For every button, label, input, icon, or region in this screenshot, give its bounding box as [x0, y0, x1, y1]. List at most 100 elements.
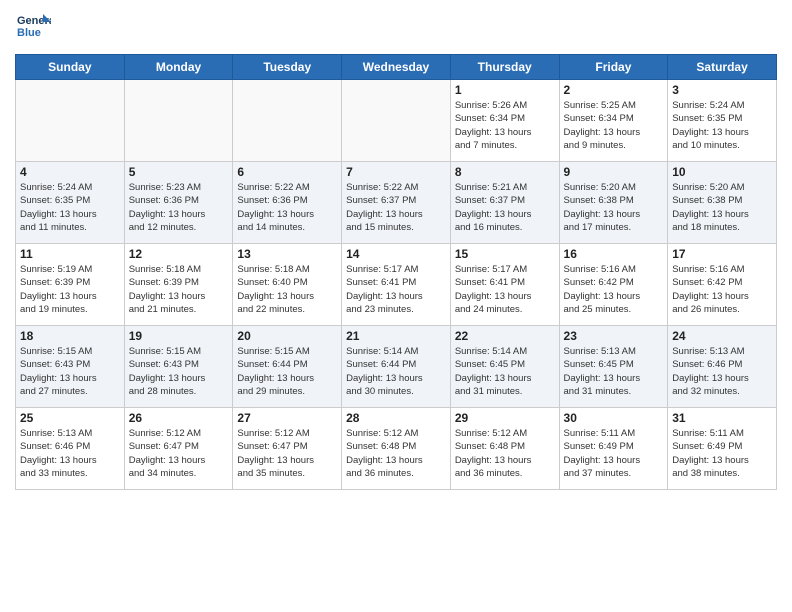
day-info: Sunrise: 5:12 AM Sunset: 6:48 PM Dayligh…: [346, 427, 446, 480]
day-number: 13: [237, 247, 337, 261]
day-number: 16: [564, 247, 664, 261]
day-number: 1: [455, 83, 555, 97]
day-number: 21: [346, 329, 446, 343]
day-info: Sunrise: 5:16 AM Sunset: 6:42 PM Dayligh…: [672, 263, 772, 316]
day-info: Sunrise: 5:23 AM Sunset: 6:36 PM Dayligh…: [129, 181, 229, 234]
calendar-cell: 26 Sunrise: 5:12 AM Sunset: 6:47 PM Dayli…: [124, 408, 233, 490]
calendar-cell: 18 Sunrise: 5:15 AM Sunset: 6:43 PM Dayli…: [16, 326, 125, 408]
calendar-header-row: SundayMondayTuesdayWednesdayThursdayFrid…: [16, 55, 777, 80]
calendar-cell: [233, 80, 342, 162]
calendar-cell: 25Sunrise: 5:13 AM Sunset: 6:46 PM Dayli…: [16, 408, 125, 490]
day-info: Sunrise: 5:12 AM Sunset: 6:48 PM Dayligh…: [455, 427, 555, 480]
day-number: 4: [20, 165, 120, 179]
logo: General Blue: [15, 10, 55, 46]
day-info: Sunrise: 5:18 AM Sunset: 6:39 PM Dayligh…: [129, 263, 229, 316]
day-info: Sunrise: 5:21 AM Sunset: 6:37 PM Dayligh…: [455, 181, 555, 234]
day-number: 7: [346, 165, 446, 179]
day-info: Sunrise: 5:14 AM Sunset: 6:45 PM Dayligh…: [455, 345, 555, 398]
day-info: Sunrise: 5:13 AM Sunset: 6:46 PM Dayligh…: [20, 427, 120, 480]
calendar-cell: 9Sunrise: 5:20 AM Sunset: 6:38 PM Daylig…: [559, 162, 668, 244]
day-info: Sunrise: 5:17 AM Sunset: 6:41 PM Dayligh…: [346, 263, 446, 316]
calendar-cell: 2 Sunrise: 5:25 AM Sunset: 6:34 PM Daylig…: [559, 80, 668, 162]
day-info: Sunrise: 5:24 AM Sunset: 6:35 PM Dayligh…: [672, 99, 772, 152]
calendar-cell: 1Sunrise: 5:26 AM Sunset: 6:34 PM Daylig…: [450, 80, 559, 162]
day-info: Sunrise: 5:11 AM Sunset: 6:49 PM Dayligh…: [672, 427, 772, 480]
day-number: 6: [237, 165, 337, 179]
day-info: Sunrise: 5:15 AM Sunset: 6:43 PM Dayligh…: [20, 345, 120, 398]
day-number: 2: [564, 83, 664, 97]
day-number: 28: [346, 411, 446, 425]
calendar-cell: 19 Sunrise: 5:15 AM Sunset: 6:43 PM Dayli…: [124, 326, 233, 408]
day-info: Sunrise: 5:18 AM Sunset: 6:40 PM Dayligh…: [237, 263, 337, 316]
weekday-header-wednesday: Wednesday: [342, 55, 451, 80]
day-number: 5: [129, 165, 229, 179]
day-number: 24: [672, 329, 772, 343]
calendar-cell: 21 Sunrise: 5:14 AM Sunset: 6:44 PM Dayli…: [342, 326, 451, 408]
weekday-header-tuesday: Tuesday: [233, 55, 342, 80]
header: General Blue: [15, 10, 777, 46]
calendar-cell: [16, 80, 125, 162]
day-info: Sunrise: 5:15 AM Sunset: 6:43 PM Dayligh…: [129, 345, 229, 398]
calendar-week-4: 18 Sunrise: 5:15 AM Sunset: 6:43 PM Dayli…: [16, 326, 777, 408]
day-info: Sunrise: 5:16 AM Sunset: 6:42 PM Dayligh…: [564, 263, 664, 316]
calendar-cell: 5 Sunrise: 5:23 AM Sunset: 6:36 PM Daylig…: [124, 162, 233, 244]
weekday-header-saturday: Saturday: [668, 55, 777, 80]
day-number: 23: [564, 329, 664, 343]
calendar-cell: 30 Sunrise: 5:11 AM Sunset: 6:49 PM Dayli…: [559, 408, 668, 490]
day-number: 15: [455, 247, 555, 261]
day-number: 14: [346, 247, 446, 261]
day-number: 10: [672, 165, 772, 179]
day-info: Sunrise: 5:17 AM Sunset: 6:41 PM Dayligh…: [455, 263, 555, 316]
day-info: Sunrise: 5:11 AM Sunset: 6:49 PM Dayligh…: [564, 427, 664, 480]
day-info: Sunrise: 5:13 AM Sunset: 6:45 PM Dayligh…: [564, 345, 664, 398]
day-info: Sunrise: 5:14 AM Sunset: 6:44 PM Dayligh…: [346, 345, 446, 398]
day-info: Sunrise: 5:19 AM Sunset: 6:39 PM Dayligh…: [20, 263, 120, 316]
calendar-cell: 11 Sunrise: 5:19 AM Sunset: 6:39 PM Dayli…: [16, 244, 125, 326]
day-number: 18: [20, 329, 120, 343]
calendar-cell: 8 Sunrise: 5:21 AM Sunset: 6:37 PM Daylig…: [450, 162, 559, 244]
calendar-cell: [342, 80, 451, 162]
calendar-cell: 17 Sunrise: 5:16 AM Sunset: 6:42 PM Dayli…: [668, 244, 777, 326]
calendar-table: SundayMondayTuesdayWednesdayThursdayFrid…: [15, 54, 777, 490]
day-info: Sunrise: 5:24 AM Sunset: 6:35 PM Dayligh…: [20, 181, 120, 234]
day-number: 19: [129, 329, 229, 343]
day-number: 29: [455, 411, 555, 425]
day-number: 22: [455, 329, 555, 343]
day-number: 17: [672, 247, 772, 261]
day-number: 8: [455, 165, 555, 179]
calendar-cell: 22 Sunrise: 5:14 AM Sunset: 6:45 PM Dayli…: [450, 326, 559, 408]
calendar-cell: 16 Sunrise: 5:16 AM Sunset: 6:42 PM Dayli…: [559, 244, 668, 326]
calendar-cell: 28 Sunrise: 5:12 AM Sunset: 6:48 PM Dayli…: [342, 408, 451, 490]
calendar-cell: 12 Sunrise: 5:18 AM Sunset: 6:39 PM Dayli…: [124, 244, 233, 326]
calendar-cell: 13 Sunrise: 5:18 AM Sunset: 6:40 PM Dayli…: [233, 244, 342, 326]
calendar-cell: 10Sunrise: 5:20 AM Sunset: 6:38 PM Dayli…: [668, 162, 777, 244]
day-number: 12: [129, 247, 229, 261]
day-number: 11: [20, 247, 120, 261]
day-info: Sunrise: 5:12 AM Sunset: 6:47 PM Dayligh…: [129, 427, 229, 480]
calendar-cell: 3 Sunrise: 5:24 AM Sunset: 6:35 PM Daylig…: [668, 80, 777, 162]
calendar-cell: 15 Sunrise: 5:17 AM Sunset: 6:41 PM Dayli…: [450, 244, 559, 326]
calendar-week-3: 11 Sunrise: 5:19 AM Sunset: 6:39 PM Dayli…: [16, 244, 777, 326]
calendar-cell: 27Sunrise: 5:12 AM Sunset: 6:47 PM Dayli…: [233, 408, 342, 490]
weekday-header-sunday: Sunday: [16, 55, 125, 80]
page: General Blue SundayMondayTuesdayWednesda…: [0, 0, 792, 612]
calendar-cell: 23 Sunrise: 5:13 AM Sunset: 6:45 PM Dayli…: [559, 326, 668, 408]
calendar-week-5: 25Sunrise: 5:13 AM Sunset: 6:46 PM Dayli…: [16, 408, 777, 490]
weekday-header-thursday: Thursday: [450, 55, 559, 80]
day-info: Sunrise: 5:15 AM Sunset: 6:44 PM Dayligh…: [237, 345, 337, 398]
day-number: 9: [564, 165, 664, 179]
day-info: Sunrise: 5:25 AM Sunset: 6:34 PM Dayligh…: [564, 99, 664, 152]
day-info: Sunrise: 5:13 AM Sunset: 6:46 PM Dayligh…: [672, 345, 772, 398]
day-number: 20: [237, 329, 337, 343]
day-number: 30: [564, 411, 664, 425]
calendar-cell: 7Sunrise: 5:22 AM Sunset: 6:37 PM Daylig…: [342, 162, 451, 244]
calendar-cell: 24 Sunrise: 5:13 AM Sunset: 6:46 PM Dayli…: [668, 326, 777, 408]
calendar-cell: 6Sunrise: 5:22 AM Sunset: 6:36 PM Daylig…: [233, 162, 342, 244]
calendar-week-2: 4 Sunrise: 5:24 AM Sunset: 6:35 PM Daylig…: [16, 162, 777, 244]
day-number: 26: [129, 411, 229, 425]
day-number: 3: [672, 83, 772, 97]
weekday-header-monday: Monday: [124, 55, 233, 80]
calendar-cell: 31Sunrise: 5:11 AM Sunset: 6:49 PM Dayli…: [668, 408, 777, 490]
calendar-cell: [124, 80, 233, 162]
svg-text:Blue: Blue: [17, 27, 41, 39]
